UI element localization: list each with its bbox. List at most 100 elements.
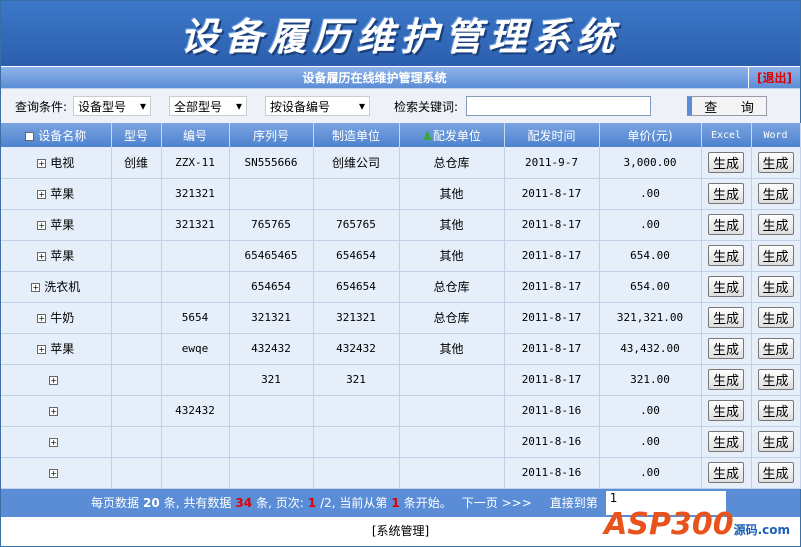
cell-text: 321321 bbox=[175, 187, 215, 200]
cell-name: + 洗衣机 bbox=[1, 271, 112, 303]
generate-word-button[interactable]: 生成 bbox=[757, 338, 794, 359]
cell-name: + bbox=[1, 457, 112, 489]
cell-word: 生成 bbox=[751, 178, 801, 210]
generate-excel-button[interactable]: 生成 bbox=[708, 462, 744, 483]
generate-word-button[interactable]: 生成 bbox=[757, 276, 794, 297]
pager-text: 条, 共有数据 bbox=[163, 496, 232, 510]
cell-price: 3,000.00 bbox=[599, 147, 702, 179]
cell-text: 65465465 bbox=[244, 249, 298, 262]
cell-name: + bbox=[1, 364, 112, 396]
expand-icon[interactable]: + bbox=[49, 375, 59, 385]
pager-text: 每页数据 bbox=[91, 496, 140, 510]
generate-word-button[interactable]: 生成 bbox=[757, 183, 794, 204]
pager-text: 条, 页次: bbox=[256, 496, 304, 510]
cell-serial: 765765 bbox=[229, 209, 314, 241]
generate-word-button[interactable]: 生成 bbox=[757, 307, 794, 328]
cell-model bbox=[111, 209, 162, 241]
cell-text: 2011-8-16 bbox=[521, 435, 582, 448]
column-label: 制造单位 bbox=[331, 128, 380, 143]
cell-text: 321.00 bbox=[630, 373, 670, 386]
cell-serial bbox=[229, 426, 314, 458]
generate-excel-button[interactable]: 生成 bbox=[708, 307, 744, 328]
cell-excel: 生成 bbox=[701, 364, 752, 396]
cell-code: ZZX-11 bbox=[161, 147, 230, 179]
generate-excel-button[interactable]: 生成 bbox=[708, 431, 744, 452]
cell-excel: 生成 bbox=[701, 147, 752, 179]
cell-name: + bbox=[1, 426, 112, 458]
generate-excel-button[interactable]: 生成 bbox=[708, 400, 744, 421]
expand-icon[interactable]: + bbox=[49, 468, 59, 478]
cell-text: 其他 bbox=[439, 187, 464, 201]
expand-icon[interactable]: + bbox=[37, 221, 47, 230]
cell-text: 765765 bbox=[336, 218, 376, 231]
expand-icon[interactable]: + bbox=[37, 158, 47, 168]
chevron-down-icon: ▾ bbox=[359, 99, 366, 113]
device-type-select[interactable]: 设备型号 ▾ bbox=[73, 96, 152, 116]
expand-icon[interactable]: + bbox=[37, 190, 47, 199]
cell-price: .00 bbox=[599, 457, 702, 489]
keyword-input[interactable] bbox=[466, 96, 652, 116]
model-select[interactable]: 全部型号 ▾ bbox=[169, 96, 248, 116]
generate-word-button[interactable]: 生成 bbox=[757, 369, 794, 390]
expand-icon[interactable]: + bbox=[37, 345, 47, 354]
generate-excel-button[interactable]: 生成 bbox=[708, 151, 744, 173]
cell-code: ewqe bbox=[161, 333, 230, 365]
column-label: Excel bbox=[710, 129, 742, 141]
generate-word-button[interactable]: 生成 bbox=[757, 462, 794, 483]
generate-excel-button[interactable]: 生成 bbox=[708, 214, 744, 235]
expand-icon[interactable]: + bbox=[31, 283, 41, 292]
cell-maker: 321 bbox=[313, 364, 400, 396]
expand-icon[interactable]: + bbox=[49, 406, 59, 416]
generate-excel-button[interactable]: 生成 bbox=[708, 338, 744, 359]
cell-word: 生成 bbox=[751, 364, 801, 396]
cell-text: 654654 bbox=[336, 280, 376, 293]
cell-code bbox=[161, 240, 230, 272]
device-table: + 设备名称 型号 编号 序列号 制造单位 ♟配发单位 配发时间 单价(元) Excel Word … bbox=[1, 123, 801, 489]
generate-excel-button[interactable]: 生成 bbox=[708, 245, 744, 266]
generate-excel-button[interactable]: 生成 bbox=[708, 369, 744, 390]
cell-text: 其他 bbox=[439, 249, 464, 263]
column-header: ♟配发单位 bbox=[399, 123, 505, 147]
cell-text: 牛奶 bbox=[50, 311, 75, 325]
cell-model bbox=[111, 333, 162, 365]
cell-text: 43,432.00 bbox=[620, 342, 680, 355]
cell-serial: 654654 bbox=[229, 271, 314, 303]
cell-maker bbox=[313, 178, 400, 210]
expand-icon[interactable]: + bbox=[37, 314, 47, 323]
next-page-link[interactable]: 下一页 >>> bbox=[462, 494, 532, 511]
search-button[interactable]: 查 询 bbox=[687, 96, 768, 116]
cell-text: 总仓库 bbox=[433, 280, 470, 294]
logout-link[interactable]: [退出] bbox=[748, 67, 800, 88]
per-page-count: 20 bbox=[143, 495, 160, 510]
generate-word-button[interactable]: 生成 bbox=[757, 151, 794, 173]
cell-serial: 321321 bbox=[229, 302, 314, 334]
cell-name: + 牛奶 bbox=[1, 302, 112, 334]
cell-text: 洗衣机 bbox=[44, 280, 81, 294]
generate-word-button[interactable]: 生成 bbox=[757, 400, 794, 421]
cell-text: 2011-8-16 bbox=[521, 466, 582, 479]
cell-excel: 生成 bbox=[701, 457, 752, 489]
cell-code: 321321 bbox=[161, 209, 230, 241]
cell-price: 654.00 bbox=[599, 271, 702, 303]
generate-word-button[interactable]: 生成 bbox=[757, 214, 794, 235]
generate-excel-button[interactable]: 生成 bbox=[708, 183, 744, 204]
cell-word: 生成 bbox=[751, 271, 801, 303]
cell-maker: 432432 bbox=[313, 333, 400, 365]
cell-date: 2011-8-17 bbox=[504, 209, 600, 241]
generate-word-button[interactable]: 生成 bbox=[757, 245, 794, 266]
search-by-select[interactable]: 按设备编号 ▾ bbox=[265, 96, 371, 116]
column-header: 编号 bbox=[161, 123, 230, 147]
cell-text: 电视 bbox=[50, 155, 75, 170]
cell-text: 2011-8-17 bbox=[521, 280, 582, 293]
generate-word-button[interactable]: 生成 bbox=[757, 431, 794, 452]
column-header: 型号 bbox=[111, 123, 162, 147]
expand-icon[interactable]: + bbox=[49, 437, 59, 447]
column-label: 配发单位 bbox=[432, 128, 481, 143]
table-row: + 洗衣机 654654 654654 总仓库 2011-8-17 654.00 生成 生成 bbox=[1, 271, 801, 303]
generate-excel-button[interactable]: 生成 bbox=[708, 276, 744, 297]
expand-icon[interactable]: + bbox=[25, 131, 35, 141]
cell-serial bbox=[229, 178, 314, 210]
expand-icon[interactable]: + bbox=[37, 252, 47, 261]
chevron-down-icon: ▾ bbox=[236, 99, 243, 113]
cell-text: 432432 bbox=[251, 342, 291, 355]
